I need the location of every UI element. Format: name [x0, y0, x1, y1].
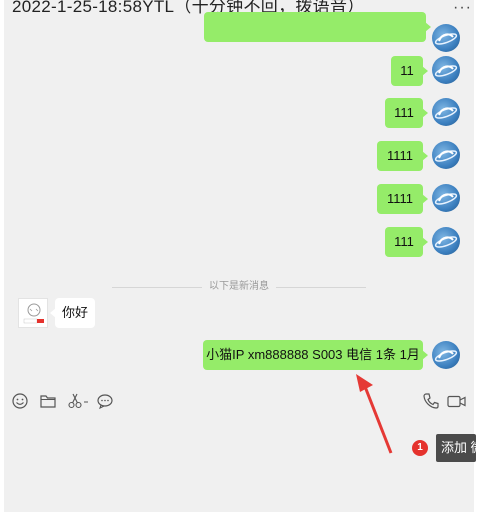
notification-badge: 1: [412, 440, 428, 456]
add-contact-button[interactable]: 添加 微: [436, 434, 476, 462]
annotation-arrow: [356, 374, 393, 454]
